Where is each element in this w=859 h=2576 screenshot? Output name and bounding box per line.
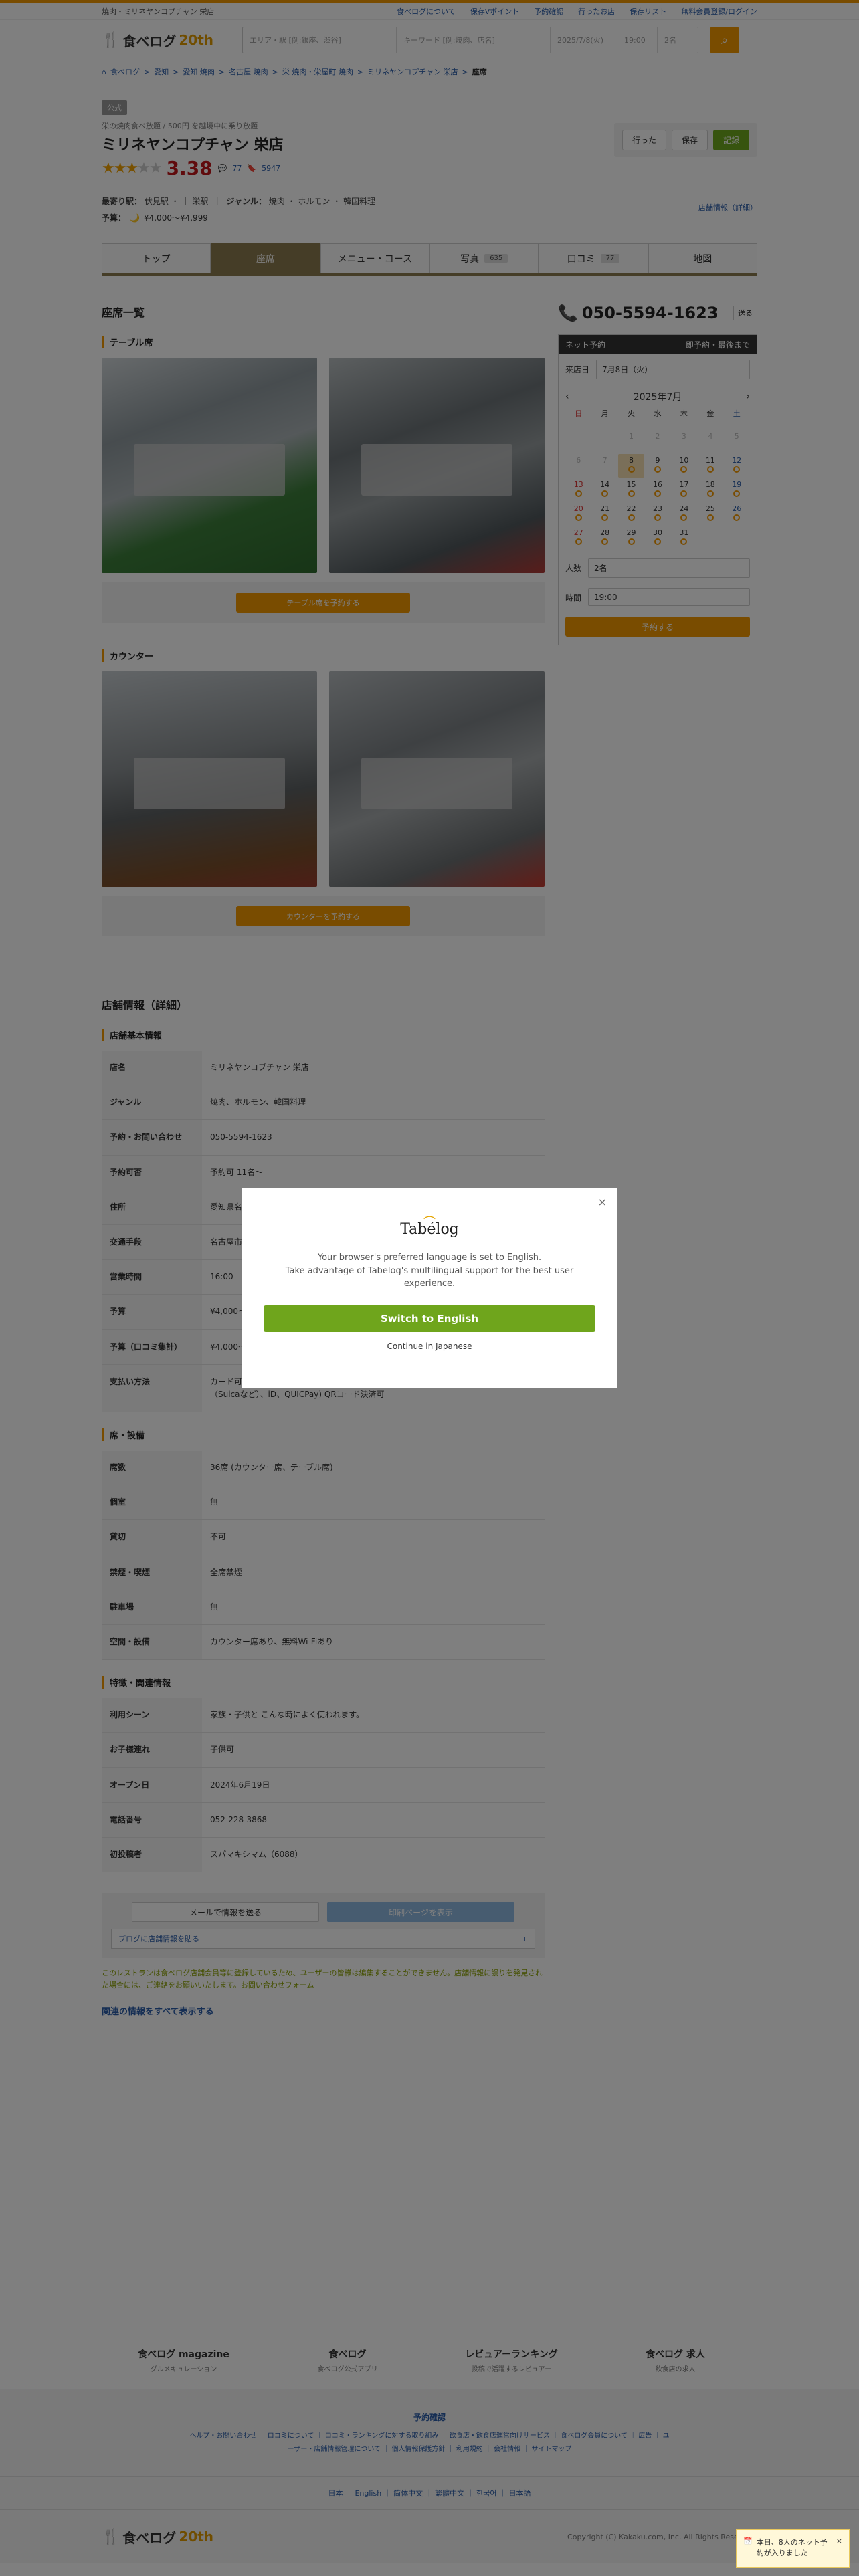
toast-text: 本日、8人のネット予約が入りました (756, 2538, 828, 2557)
modal-logo: ⌒ Tabélog (242, 1213, 617, 1238)
reservation-toast: 📅 本日、8人のネット予約が入りました × (736, 2529, 850, 2568)
calendar-icon: 📅 (743, 2537, 753, 2545)
switch-english-button[interactable]: Switch to English (264, 1305, 595, 1332)
language-modal: × ⌒ Tabélog Your browser's preferred lang… (242, 1188, 617, 1388)
modal-logo-text: Tabélog (400, 1221, 459, 1238)
logo-hat-icon: ⌒ (423, 1216, 436, 1230)
continue-japanese-link[interactable]: Continue in Japanese (242, 1341, 617, 1351)
modal-close-icon[interactable]: × (598, 1196, 607, 1208)
toast-close-icon[interactable]: × (836, 2537, 842, 2561)
modal-message: Your browser's preferred language is set… (242, 1251, 617, 1291)
modal-line-1: Your browser's preferred language is set… (317, 1253, 542, 1263)
modal-line-2: Take advantage of Tabelog's multilingual… (285, 1265, 574, 1289)
